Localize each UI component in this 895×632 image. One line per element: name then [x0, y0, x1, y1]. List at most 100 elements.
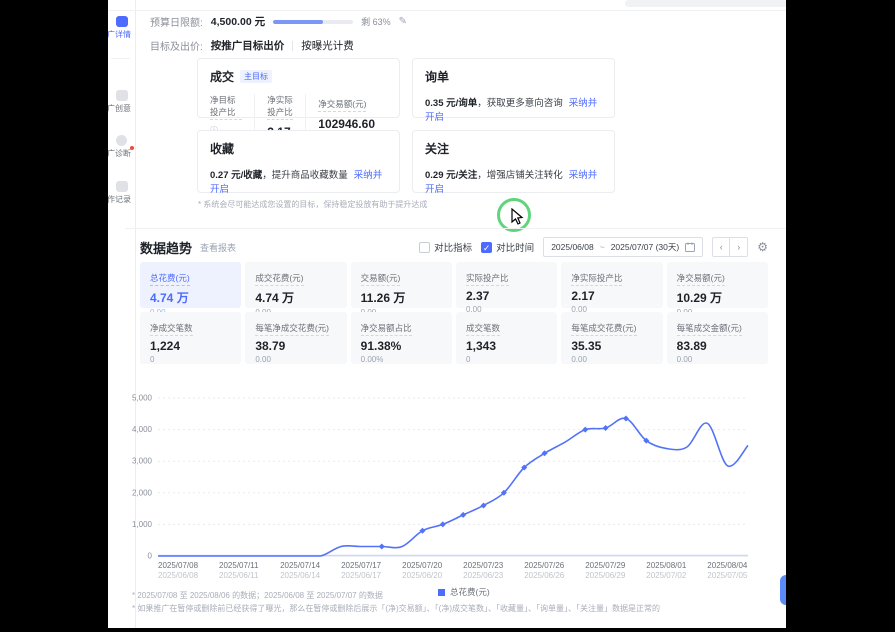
svg-text:2025/08/01: 2025/08/01: [646, 561, 687, 570]
line-chart-svg: 01,0002,0003,0004,0005,0002025/07/082025…: [132, 386, 766, 584]
tile-label: 净成交笔数: [150, 322, 193, 336]
compare-time-checkbox[interactable]: ✓ 对比时间: [481, 240, 534, 254]
primary-goal-badge: 主目标: [240, 70, 272, 83]
metric-tile-5[interactable]: 净实际投产比2.170.00: [561, 262, 662, 308]
tile-label: 每笔成交金额(元): [677, 322, 742, 336]
metric-tile-3[interactable]: 交易额(元)11.26 万0.00: [351, 262, 452, 308]
notification-dot: [130, 146, 134, 150]
sidebar-item-label: 推广创意: [108, 103, 136, 114]
sidebar-item-4[interactable]: 操作记录: [108, 181, 135, 205]
tile-compare-value: 0: [150, 355, 231, 364]
svg-text:2025/06/08: 2025/06/08: [158, 571, 199, 580]
metric-tile-4[interactable]: 实际投产比2.370.00: [456, 262, 557, 308]
trend-title: 数据趋势: [140, 238, 192, 257]
calendar-icon: [685, 242, 695, 252]
sidebar-divider: [111, 58, 130, 59]
metric-tile-11[interactable]: 每笔成交花费(元)35.350.00: [561, 312, 662, 364]
idea-icon: [116, 90, 128, 101]
tile-value: 4.74 万: [255, 289, 336, 306]
tile-value: 2.37: [466, 289, 547, 303]
tile-compare-value: 0.00: [677, 355, 758, 364]
tile-label: 成交笔数: [466, 322, 500, 336]
metric-tile-6[interactable]: 净交易额(元)10.29 万0.00: [667, 262, 768, 308]
metric-tile-10[interactable]: 成交笔数1,3430: [456, 312, 557, 364]
edit-budget-icon[interactable]: ✎: [399, 16, 407, 27]
tile-value: 35.35: [571, 339, 652, 353]
goal-card-deal[interactable]: 成交 主目标 净目标投产比 ⓘ 2.45 ✎ 净实际投产比 2.17 净交易额(…: [197, 58, 400, 118]
diagnosis-icon: [116, 135, 127, 146]
app-window: 推广详情推广创意推广诊断操作记录 预算日限额: 4,500.00 元 剩 63%…: [108, 0, 786, 628]
svg-text:3,000: 3,000: [132, 457, 153, 466]
legend-swatch-icon: [438, 589, 445, 596]
metric-value: 102946.60: [318, 117, 375, 131]
goal-cards-note: * 系统会尽可能达成您设置的目标，保持稳定投放有助于提升达成: [198, 199, 427, 210]
sidebar-item-2[interactable]: 推广创意: [108, 90, 135, 114]
goal-card-follow[interactable]: 关注 0.29 元/关注，增强店铺关注转化采纳并开启: [412, 130, 615, 193]
view-report-link[interactable]: 查看报表: [200, 241, 236, 254]
trend-chart[interactable]: 01,0002,0003,0004,0005,0002025/07/082025…: [132, 386, 766, 589]
svg-text:2025/06/26: 2025/06/26: [524, 571, 565, 580]
tile-compare-value: 0.00: [255, 355, 336, 364]
goal-label: 目标及出价:: [150, 38, 203, 53]
history-clock-icon: [116, 181, 128, 192]
metric-tile-12[interactable]: 每笔成交金额(元)83.890.00: [667, 312, 768, 364]
follow-desc: 0.29 元/关注，增强店铺关注转化采纳并开启: [425, 167, 602, 195]
date-start: 2025/06/08: [551, 242, 594, 252]
svg-text:2025/07/23: 2025/07/23: [463, 561, 504, 570]
trend-header: 数据趋势 查看报表: [140, 238, 236, 257]
tile-value: 1,343: [466, 339, 547, 353]
tile-label: 净交易额(元): [677, 272, 725, 286]
goal-bid-row: 目标及出价: 按推广目标出价 按曝光计费: [150, 38, 354, 53]
tile-label: 每笔净成交花费(元): [255, 322, 329, 336]
prev-period-button[interactable]: ‹: [712, 237, 730, 257]
metric-tile-7[interactable]: 净成交笔数1,2240: [140, 312, 241, 364]
svg-text:2025/06/20: 2025/06/20: [402, 571, 443, 580]
svg-text:0: 0: [148, 552, 153, 561]
goal-option-target-bid[interactable]: 按推广目标出价: [211, 38, 285, 53]
top-scroll-rail[interactable]: [625, 0, 786, 7]
svg-text:2,000: 2,000: [132, 488, 153, 497]
checkbox-unchecked-icon: [419, 242, 430, 253]
tile-value: 10.29 万: [677, 289, 758, 306]
settings-gear-icon[interactable]: ⚙: [757, 240, 768, 254]
tile-label: 净实际投产比: [571, 272, 622, 286]
svg-text:2025/06/11: 2025/06/11: [219, 571, 259, 580]
svg-text:2025/07/26: 2025/07/26: [524, 561, 565, 570]
floating-side-button[interactable]: [780, 575, 786, 605]
tile-value: 38.79: [255, 339, 336, 353]
metric-tile-8[interactable]: 每笔净成交花费(元) 38.79 0.00: [245, 312, 346, 364]
svg-text:2025/07/20: 2025/07/20: [402, 561, 443, 570]
trend-controls: 对比指标 ✓ 对比时间 2025/06/08 ~ 2025/07/07 (30天…: [419, 237, 768, 257]
goal-option-separator: [292, 41, 293, 51]
metric-tile-9[interactable]: 净交易额占比91.38%0.00%: [351, 312, 452, 364]
metric-tiles: 总花费(元)4.74 万0.00成交花费(元)4.74 万0.00交易额(元)1…: [140, 262, 768, 364]
goal-card-deal-title: 成交 主目标: [210, 68, 387, 85]
metric-label: 净交易额(元): [318, 98, 366, 112]
goal-card-inquiry[interactable]: 询单 0.35 元/询单，获取更多意向咨询采纳并开启: [412, 58, 615, 118]
checkbox-checked-icon: ✓: [481, 242, 492, 253]
goal-option-exposure[interactable]: 按曝光计费: [301, 38, 354, 53]
tile-compare-value: 0.00: [571, 355, 652, 364]
svg-text:2025/07/29: 2025/07/29: [585, 561, 626, 570]
date-pager: ‹ ›: [712, 237, 748, 257]
compare-metric-checkbox[interactable]: 对比指标: [419, 240, 472, 254]
tile-label: 交易额(元): [361, 272, 401, 286]
svg-text:2025/07/17: 2025/07/17: [341, 561, 382, 570]
next-period-button[interactable]: ›: [730, 237, 748, 257]
metric-tile-1[interactable]: 总花费(元)4.74 万0.00: [140, 262, 241, 308]
sidebar-item-1[interactable]: 推广详情: [108, 16, 135, 40]
svg-text:1,000: 1,000: [132, 520, 153, 529]
favorite-title: 收藏: [210, 140, 387, 157]
sidebar-item-label: 推广详情: [108, 29, 136, 40]
top-divider: [108, 10, 786, 11]
metric-tile-2[interactable]: 成交花费(元)4.74 万0.00: [245, 262, 346, 308]
tile-label: 净交易额占比: [361, 322, 412, 336]
compare-metric-label: 对比指标: [434, 240, 472, 254]
tile-value: 91.38%: [361, 339, 442, 353]
sidebar-item-3[interactable]: 推广诊断: [108, 135, 135, 159]
date-range-picker[interactable]: 2025/06/08 ~ 2025/07/07 (30天): [543, 237, 703, 257]
footnote-1: * 2025/07/08 至 2025/08/06 的数据；2025/06/08…: [132, 590, 383, 601]
goal-card-favorite[interactable]: 收藏 0.27 元/收藏，提升商品收藏数量采纳并开启: [197, 130, 400, 193]
svg-text:2025/07/14: 2025/07/14: [280, 561, 321, 570]
date-end: 2025/07/07 (30天): [611, 241, 680, 253]
